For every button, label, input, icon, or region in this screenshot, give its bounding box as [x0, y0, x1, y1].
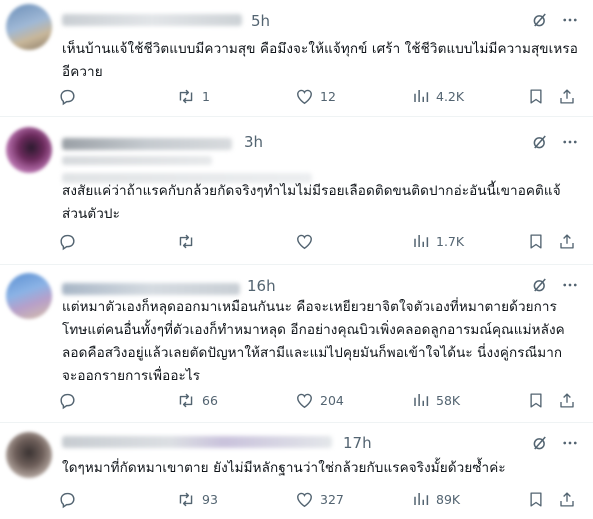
- share-icon: [558, 490, 576, 509]
- views-button[interactable]: 89K: [412, 487, 460, 511]
- like-icon: [295, 232, 314, 251]
- share-button[interactable]: [558, 487, 576, 511]
- views-count: 58K: [436, 392, 461, 408]
- bookmark-icon: [527, 232, 545, 251]
- post-text: ใดๆหมาที่กัดหมาเขาตาย ยังไม่มีหลักฐานว่า…: [62, 460, 506, 476]
- repost-icon: [176, 87, 196, 106]
- reply-icon: [58, 232, 77, 251]
- repost-button[interactable]: [176, 229, 202, 253]
- views-icon: [412, 87, 430, 105]
- views-button[interactable]: 1.7K: [412, 229, 464, 253]
- repost-button[interactable]: 66: [176, 388, 218, 412]
- reply-button[interactable]: [58, 388, 83, 412]
- share-icon: [558, 391, 576, 410]
- reply-button[interactable]: [58, 229, 83, 253]
- repost-count: 1: [202, 88, 210, 104]
- views-icon: [412, 391, 430, 409]
- post-text: เห็นบ้านแจ้ใช้ชีวิตแบบมีความสุข คือมึงจะ…: [62, 41, 578, 80]
- views-button[interactable]: 4.2K: [412, 84, 464, 108]
- reply-button[interactable]: [58, 487, 83, 511]
- grok-icon[interactable]: [531, 276, 549, 298]
- author-name[interactable]: [62, 436, 332, 448]
- author-name[interactable]: [62, 283, 240, 295]
- post-time[interactable]: 5h: [251, 12, 270, 30]
- share-button[interactable]: [558, 388, 576, 412]
- repost-count: 93: [202, 491, 218, 507]
- post-text: แต่หมาตัวเองก็หลุดออกมาเหมือนกันนะ คือจะ…: [62, 299, 565, 384]
- more-icon[interactable]: [561, 11, 579, 33]
- like-icon: [295, 391, 314, 410]
- share-icon: [558, 87, 576, 106]
- more-icon[interactable]: [561, 133, 579, 155]
- grok-icon[interactable]: [531, 434, 549, 456]
- post-time[interactable]: 17h: [343, 434, 372, 452]
- views-icon: [412, 232, 430, 250]
- repost-count: 66: [202, 392, 218, 408]
- reply-button[interactable]: [58, 84, 83, 108]
- grok-icon[interactable]: [531, 133, 549, 155]
- post-text: สงสัยแค่ว่าถ้าแรคกับกล้วยกัดจริงๆทำไมไม่…: [62, 183, 561, 222]
- grok-icon[interactable]: [531, 11, 549, 33]
- repost-button[interactable]: 93: [176, 487, 218, 511]
- repost-icon: [176, 391, 196, 410]
- like-button[interactable]: 12: [295, 84, 336, 108]
- bookmark-button[interactable]: [527, 388, 545, 412]
- bookmark-icon: [527, 490, 545, 509]
- post[interactable]: 3h สงสัยแค่ว่าถ้าแรคกับกล้วยกัดจริงๆทำไม…: [0, 117, 593, 265]
- author-name[interactable]: [62, 138, 232, 150]
- more-icon[interactable]: [561, 276, 579, 298]
- more-icon[interactable]: [561, 434, 579, 456]
- like-count: 12: [320, 88, 336, 104]
- bookmark-icon: [527, 87, 545, 106]
- views-count: 4.2K: [436, 88, 465, 104]
- author-name[interactable]: [62, 14, 242, 26]
- share-icon: [558, 232, 576, 251]
- avatar[interactable]: [6, 273, 52, 319]
- post[interactable]: 5h เห็นบ้านแจ้ใช้ชีวิตแบบมีความสุข คือมึ…: [0, 0, 593, 117]
- views-icon: [412, 490, 430, 508]
- like-icon: [295, 490, 314, 509]
- like-count: 327: [320, 491, 344, 507]
- reply-icon: [58, 87, 77, 106]
- avatar[interactable]: [6, 127, 52, 173]
- like-count: 204: [320, 392, 344, 408]
- post-time[interactable]: 16h: [247, 277, 276, 295]
- author-handle[interactable]: [62, 156, 212, 165]
- views-count: 1.7K: [436, 233, 465, 249]
- avatar[interactable]: [6, 432, 52, 478]
- share-button[interactable]: [558, 84, 576, 108]
- repost-button[interactable]: 1: [176, 84, 210, 108]
- repost-icon: [176, 232, 196, 251]
- bookmark-icon: [527, 391, 545, 410]
- like-button[interactable]: [295, 229, 320, 253]
- like-icon: [295, 87, 314, 106]
- avatar[interactable]: [6, 4, 52, 50]
- reply-icon: [58, 490, 77, 509]
- bookmark-button[interactable]: [527, 487, 545, 511]
- bookmark-button[interactable]: [527, 84, 545, 108]
- like-button[interactable]: 204: [295, 388, 344, 412]
- bookmark-button[interactable]: [527, 229, 545, 253]
- post[interactable]: 16h แต่หมาตัวเองก็หลุดออกมาเหมือนกันนะ ค…: [0, 265, 593, 423]
- like-button[interactable]: 327: [295, 487, 344, 511]
- reply-icon: [58, 391, 77, 410]
- repost-icon: [176, 490, 196, 509]
- post[interactable]: 17h ใดๆหมาที่กัดหมาเขาตาย ยังไม่มีหลักฐา…: [0, 423, 593, 519]
- views-button[interactable]: 58K: [412, 388, 460, 412]
- views-count: 89K: [436, 491, 461, 507]
- post-time[interactable]: 3h: [244, 133, 263, 151]
- share-button[interactable]: [558, 229, 576, 253]
